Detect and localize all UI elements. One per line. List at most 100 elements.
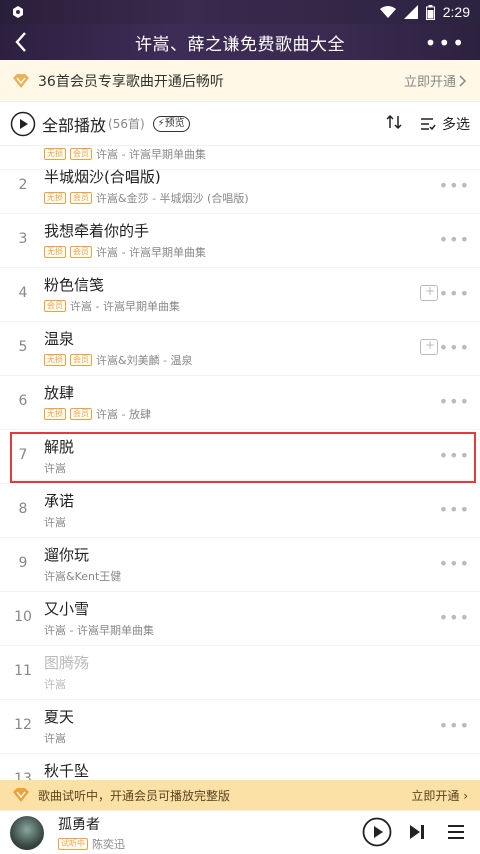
song-more-icon[interactable]: ••• [439, 392, 470, 411]
next-track-icon[interactable] [408, 823, 426, 841]
song-artist-album: 许嵩 [44, 516, 66, 529]
preview-badge[interactable]: ⚡预览 [152, 115, 190, 132]
song-artist-album: 许嵩&Kent王健 [44, 570, 122, 583]
song-row[interactable]: 6 放肆 无损 会员 许嵩 - 放肆 ••• [0, 376, 480, 430]
vip-banner[interactable]: 36首会员专享歌曲开通后畅听 立即开通 [0, 60, 480, 102]
song-number: 11 [14, 663, 32, 679]
vip-open-label: 立即开通 [403, 75, 456, 90]
song-more-icon[interactable]: ••• [439, 608, 470, 627]
song-more-icon[interactable]: ••• [439, 446, 470, 465]
lossless-tag: 无损 [44, 148, 66, 160]
trial-open-link[interactable]: 立即开通 › [411, 787, 468, 804]
nav-bar: 许嵩、薛之谦免费歌曲大全 ••• [0, 24, 480, 60]
song-row[interactable]: 3 我想牵着你的手 无损 会员 许嵩 - 许嵩早期单曲集 ••• [0, 214, 480, 268]
song-title: 夏天 [44, 708, 75, 726]
now-playing-title: 孤勇者 [58, 816, 100, 833]
song-row[interactable]: 5 温泉 无损 会员 许嵩&刘美麟 - 温泉 ••• [0, 322, 480, 376]
song-subtitle: 许嵩 [44, 730, 66, 746]
song-number: 8 [18, 501, 28, 517]
now-playing-info[interactable]: 孤勇者 试听中 陈奕迅 [58, 814, 125, 852]
song-number: 13 [14, 771, 32, 780]
song-more-icon[interactable]: ••• [439, 176, 470, 195]
song-more-icon[interactable]: ••• [439, 554, 470, 573]
vip-banner-text: 36首会员专享歌曲开通后畅听 [38, 73, 224, 90]
lossless-tag: 无损 [44, 192, 66, 204]
vip-diamond-icon [13, 73, 29, 88]
song-row[interactable]: 13 秋千坠 [0, 754, 480, 780]
song-row-selected[interactable]: 7 解脱 许嵩 ••• [0, 430, 480, 484]
song-subtitle: 许嵩 [44, 514, 66, 530]
battery-icon [425, 4, 435, 20]
vip-diamond-icon [13, 788, 29, 802]
playlist-icon[interactable] [446, 822, 466, 842]
song-artist-album: 许嵩&刘美麟 - 温泉 [96, 354, 193, 367]
vip-tag: 会员 [70, 246, 92, 258]
play-button-icon[interactable] [362, 817, 392, 847]
song-artist-album: 许嵩 - 许嵩早期单曲集 [44, 624, 154, 637]
song-title: 秋千坠 [44, 762, 90, 780]
song-subtitle: 无损 会员 许嵩 - 许嵩早期单曲集 [44, 244, 206, 260]
song-more-icon[interactable]: ••• [439, 146, 470, 151]
song-row[interactable]: 8 承诺 许嵩 ••• [0, 484, 480, 538]
trial-badge: 试听中 [58, 837, 88, 850]
back-arrow-icon[interactable] [10, 30, 34, 54]
play-all-button[interactable]: 全部播放 [10, 111, 106, 137]
mini-player[interactable]: 孤勇者 试听中 陈奕迅 [0, 810, 480, 854]
song-row[interactable]: 10 又小雪 许嵩 - 许嵩早期单曲集 ••• [0, 592, 480, 646]
song-subtitle: 会员 许嵩 - 许嵩早期单曲集 [44, 298, 180, 314]
song-artist-album: 许嵩 [44, 678, 66, 691]
wifi-icon [379, 6, 396, 18]
chevron-right-icon [459, 74, 467, 87]
song-artist-album: 许嵩 [44, 462, 66, 475]
vip-tag: 会员 [70, 148, 92, 160]
status-bar: 2:29 [0, 0, 480, 24]
song-number: 7 [18, 447, 28, 463]
song-title: 承诺 [44, 492, 75, 510]
multi-select-button[interactable]: 多选 [420, 114, 470, 134]
song-row[interactable]: 2 半城烟沙(合唱版) 无损 会员 许嵩&金莎 - 半城烟沙 (合唱版) ••• [0, 160, 480, 214]
song-more-icon[interactable]: ••• [439, 500, 470, 519]
song-row-unavailable[interactable]: 11 图腾殇 许嵩 [0, 646, 480, 700]
signal-icon [403, 5, 418, 19]
trial-bar-text: 歌曲试听中，开通会员可播放完整版 [38, 788, 231, 803]
vip-tag: 会员 [70, 354, 92, 366]
list-toolbar: 全部播放 (56首) ⚡预览 多选 [0, 102, 480, 146]
lossless-tag: 无损 [44, 408, 66, 420]
multi-select-label: 多选 [442, 117, 470, 133]
song-list: 无损 会员 许嵩 - 许嵩早期单曲集 ••• 2 半城烟沙(合唱版) 无损 会员… [0, 146, 480, 780]
song-title: 我想牵着你的手 [44, 222, 150, 240]
song-title: 图腾殇 [44, 654, 90, 672]
song-title: 粉色信笺 [44, 276, 105, 294]
song-more-icon[interactable]: ••• [439, 716, 470, 735]
song-number: 10 [14, 609, 32, 625]
multi-select-icon [421, 118, 436, 131]
song-more-icon[interactable]: ••• [439, 230, 470, 249]
song-number: 12 [14, 717, 32, 733]
vip-tag: 会员 [70, 408, 92, 420]
song-subtitle: 许嵩 [44, 676, 66, 692]
song-subtitle: 许嵩 [44, 460, 66, 476]
preview-badge-label: 预览 [164, 117, 185, 129]
add-video-icon[interactable] [420, 284, 438, 301]
play-all-label: 全部播放 [42, 115, 107, 135]
song-title: 解脱 [44, 438, 75, 456]
song-number: 3 [18, 231, 28, 247]
song-more-icon[interactable]: ••• [439, 338, 470, 357]
sort-icon[interactable] [386, 114, 402, 130]
song-row[interactable]: 9 遛你玩 许嵩&Kent王健 ••• [0, 538, 480, 592]
trial-bar[interactable]: 歌曲试听中，开通会员可播放完整版 立即开通 › [0, 780, 480, 810]
song-title: 又小雪 [44, 600, 90, 618]
page-title: 许嵩、薛之谦免费歌曲大全 [135, 34, 345, 55]
more-menu-icon[interactable]: ••• [425, 31, 466, 55]
song-number: 9 [18, 555, 28, 571]
song-row[interactable]: 12 夏天 许嵩 ••• [0, 700, 480, 754]
song-number: 2 [18, 177, 28, 193]
song-row[interactable]: 4 粉色信笺 会员 许嵩 - 许嵩早期单曲集 ••• [0, 268, 480, 322]
vip-open-link[interactable]: 立即开通 [404, 71, 468, 90]
add-video-icon[interactable] [420, 338, 438, 355]
now-playing-artist: 陈奕迅 [92, 837, 125, 851]
song-more-icon[interactable]: ••• [439, 284, 470, 303]
album-cover[interactable] [10, 815, 44, 850]
song-artist-album: 许嵩 - 许嵩早期单曲集 [70, 300, 180, 313]
vip-tag: 会员 [44, 300, 66, 312]
